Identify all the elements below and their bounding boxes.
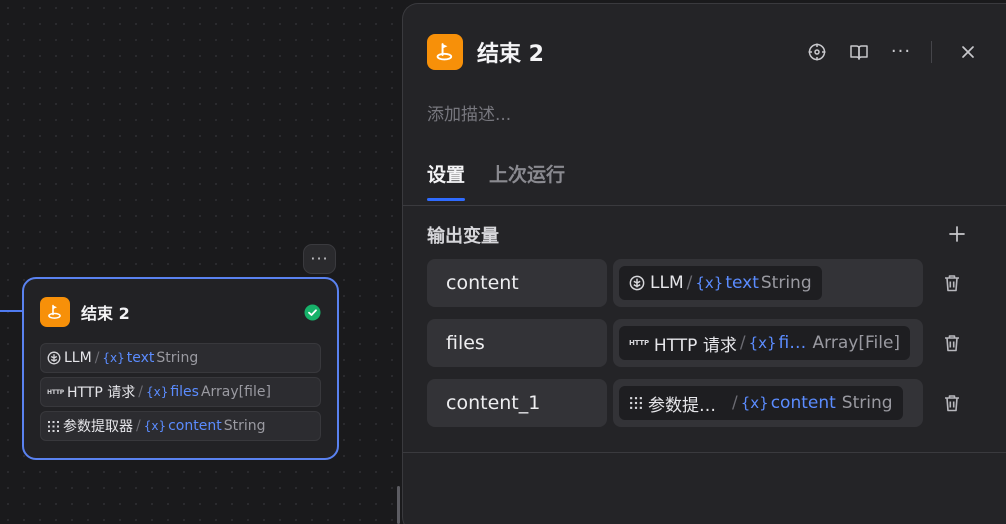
plus-icon[interactable] — [943, 220, 971, 248]
var-type: String — [223, 418, 266, 434]
llm-icon — [47, 351, 61, 365]
trash-icon[interactable] — [937, 328, 967, 358]
var-type: String — [156, 350, 199, 366]
node-title: 结束 2 — [81, 304, 130, 323]
var-type: Array[File] — [812, 333, 901, 353]
output-row: content_1 参数提取器 / {x} content String — [427, 379, 987, 427]
tab-settings[interactable]: 设置 — [427, 160, 466, 201]
end-node-card[interactable]: 结束 2 LLM / {x} text String HTTP HTTP 请求 … — [22, 277, 339, 460]
variable-icon: {x} — [102, 351, 125, 365]
output-name-input[interactable]: content_1 — [427, 379, 607, 427]
end-node-icon — [40, 297, 70, 327]
grid-icon — [629, 396, 643, 410]
variable-chip: 参数提取器 / {x} content String — [619, 386, 903, 420]
trash-icon[interactable] — [937, 388, 967, 418]
close-icon[interactable] — [954, 38, 982, 66]
var-source: 参数提取器 — [63, 419, 133, 435]
connection-edge — [0, 310, 24, 312]
var-type: String — [760, 273, 812, 293]
tab-divider — [403, 205, 1006, 206]
more-options-button[interactable]: ··· — [887, 38, 915, 66]
var-separator: / — [94, 350, 100, 366]
check-circle-icon — [304, 304, 321, 321]
var-separator: / — [138, 384, 143, 400]
output-name-input[interactable]: files — [427, 319, 607, 367]
http-icon: HTTP — [47, 388, 64, 396]
variable-icon: {x} — [748, 334, 777, 352]
grid-icon — [47, 420, 60, 433]
var-source: LLM — [650, 273, 684, 293]
var-name: content — [168, 418, 222, 434]
output-value-selector[interactable]: HTTP HTTP 请求 / {x} files Array[File] — [613, 319, 923, 367]
node-settings-panel: 结束 2 ··· 添加描述... 设置 上次运行 输出变量 content LL… — [402, 3, 1006, 524]
description-input[interactable]: 添加描述... — [427, 100, 511, 125]
var-separator: / — [686, 273, 693, 293]
header-divider — [931, 41, 932, 63]
output-row: content LLM / {x} text String — [427, 259, 987, 307]
header-actions: ··· — [789, 38, 982, 66]
tab-last-run[interactable]: 上次运行 — [489, 160, 565, 201]
var-type: Array[file] — [200, 384, 271, 400]
var-type: String — [841, 393, 893, 413]
output-value-selector[interactable]: 参数提取器 / {x} content String — [613, 379, 923, 427]
var-name: files — [778, 333, 805, 353]
output-row: files HTTP HTTP 请求 / {x} files Array[Fil… — [427, 319, 987, 367]
section-title: 输出变量 — [427, 226, 499, 247]
var-name: text — [725, 273, 759, 293]
variable-icon: {x} — [740, 394, 769, 412]
node-more-button[interactable]: ··· — [303, 244, 336, 274]
variable-icon: {x} — [145, 385, 169, 399]
output-value-selector[interactable]: LLM / {x} text String — [613, 259, 923, 307]
output-name-input[interactable]: content — [427, 259, 607, 307]
var-source: HTTP 请求 — [653, 335, 737, 356]
variable-chip: HTTP HTTP 请求 / {x} files Array[File] — [619, 326, 911, 360]
node-header: 结束 2 — [40, 279, 321, 343]
canvas-scrollbar[interactable] — [397, 486, 400, 524]
panel-title[interactable]: 结束 2 — [477, 36, 544, 68]
var-separator: / — [739, 333, 746, 353]
var-name: text — [126, 350, 155, 366]
section-divider — [403, 452, 1006, 453]
end-node-icon — [427, 34, 463, 70]
variable-chip: LLM / {x} text String — [619, 266, 822, 300]
var-source: 参数提取器 — [648, 395, 718, 416]
node-var-row-http: HTTP HTTP 请求 / {x} files Array[file] — [40, 377, 321, 407]
llm-icon — [629, 275, 645, 291]
panel-header: 结束 2 ··· — [427, 32, 982, 72]
var-name: files — [170, 384, 199, 400]
crosshair-icon[interactable] — [803, 38, 831, 66]
http-icon: HTTP — [629, 339, 649, 347]
variable-icon: {x} — [143, 419, 167, 433]
var-source: LLM — [64, 350, 92, 366]
var-source: HTTP 请求 — [66, 385, 136, 401]
variable-icon: {x} — [695, 274, 724, 292]
output-variable-list: content LLM / {x} text String files HTTP… — [427, 259, 987, 439]
panel-tabs: 设置 上次运行 — [427, 160, 589, 201]
node-var-row-llm: LLM / {x} text String — [40, 343, 321, 373]
book-open-icon[interactable] — [845, 38, 873, 66]
node-var-row-extractor: 参数提取器 / {x} content String — [40, 411, 321, 441]
var-separator: / — [732, 393, 738, 413]
more-label: ··· — [310, 249, 329, 268]
trash-icon[interactable] — [937, 268, 967, 298]
var-name: content — [770, 393, 836, 413]
var-separator: / — [136, 418, 141, 434]
